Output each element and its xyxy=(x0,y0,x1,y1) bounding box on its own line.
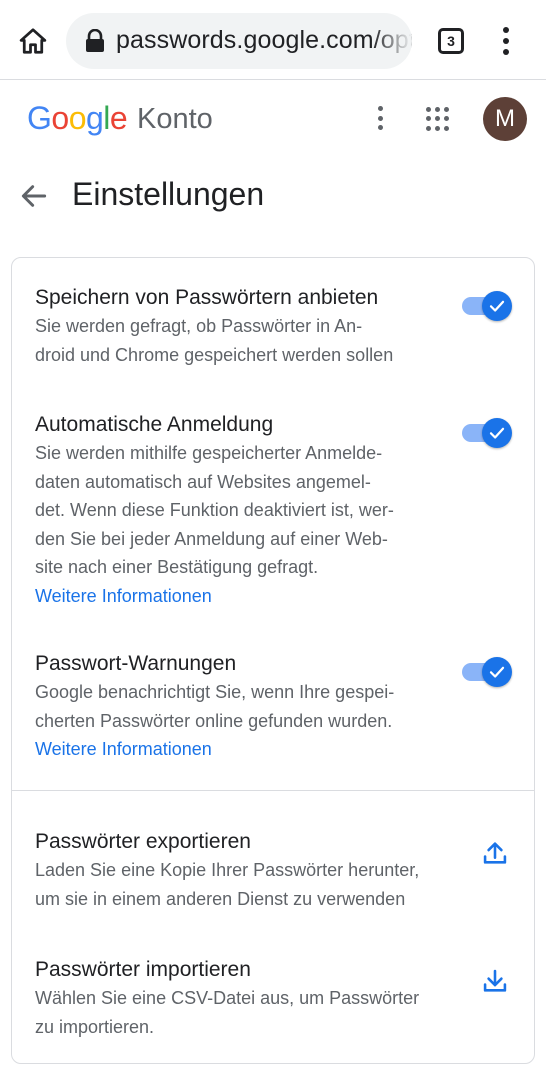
url-bar[interactable]: passwords.google.com/optio xyxy=(66,13,412,69)
browser-menu-button[interactable] xyxy=(494,24,518,58)
setting-description: Laden Sie eine Kopie Ihrer Passwörter he… xyxy=(35,860,420,909)
avatar-letter: M xyxy=(495,105,515,132)
learn-more-link[interactable]: Weitere Informationen xyxy=(35,582,445,611)
import-passwords-item[interactable]: Passwörter importieren Wählen Sie eine C… xyxy=(35,956,465,1041)
setting-description: Google benachrichtigt Sie, wenn Ihre ges… xyxy=(35,682,395,731)
setting-title: Passwort-Warnungen xyxy=(35,652,237,675)
setting-title: Passwörter importieren xyxy=(35,958,251,981)
setting-auto-signin: Automatische Anmeldung Sie werden mithil… xyxy=(35,411,445,610)
google-logo[interactable]: Google xyxy=(27,100,128,137)
avatar[interactable]: M xyxy=(483,97,527,141)
setting-title: Passwörter exportieren xyxy=(35,830,251,853)
section-divider xyxy=(12,790,534,791)
more-vert-icon xyxy=(503,27,509,33)
learn-more-link[interactable]: Weitere Informationen xyxy=(35,735,445,764)
lock-icon xyxy=(86,29,104,52)
apps-grid-icon[interactable] xyxy=(426,107,450,131)
url-text: passwords.google.com/optio xyxy=(116,26,412,54)
home-icon xyxy=(19,28,47,54)
check-icon xyxy=(489,427,505,439)
account-label: Konto xyxy=(137,103,213,135)
upload-icon[interactable] xyxy=(481,839,509,867)
tab-switcher-button[interactable]: 3 xyxy=(438,28,464,54)
export-passwords-item[interactable]: Passwörter exportieren Laden Sie eine Ko… xyxy=(35,828,465,913)
setting-password-alerts: Passwort-Warnungen Google benachrichtigt… xyxy=(35,650,445,764)
toggle-auto-signin[interactable] xyxy=(460,418,512,448)
setting-title: Automatische Anmeldung xyxy=(35,413,274,436)
more-options-button[interactable] xyxy=(368,104,392,132)
setting-title: Speichern von Passwörtern anbieten xyxy=(35,286,379,309)
setting-offer-save: Speichern von Passwörtern anbieten Sie w… xyxy=(35,284,445,369)
tab-count: 3 xyxy=(447,33,455,49)
setting-description: Sie werden gefragt, ob Passwörter in An-… xyxy=(35,316,394,365)
check-icon xyxy=(489,300,505,312)
download-icon[interactable] xyxy=(481,967,509,995)
setting-description: Sie werden mithilfe gespeicherter Anmeld… xyxy=(35,443,394,577)
setting-description: Wählen Sie eine CSV-Datei aus, um Passwö… xyxy=(35,988,420,1037)
check-icon xyxy=(489,666,505,678)
toggle-offer-save[interactable] xyxy=(460,291,512,321)
home-button[interactable] xyxy=(14,22,52,60)
back-arrow-icon[interactable] xyxy=(18,180,50,212)
toggle-password-alerts[interactable] xyxy=(460,657,512,687)
account-header: Google Konto M xyxy=(0,80,546,162)
browser-toolbar: passwords.google.com/optio 3 xyxy=(0,0,546,80)
page-title: Einstellungen xyxy=(72,176,265,212)
